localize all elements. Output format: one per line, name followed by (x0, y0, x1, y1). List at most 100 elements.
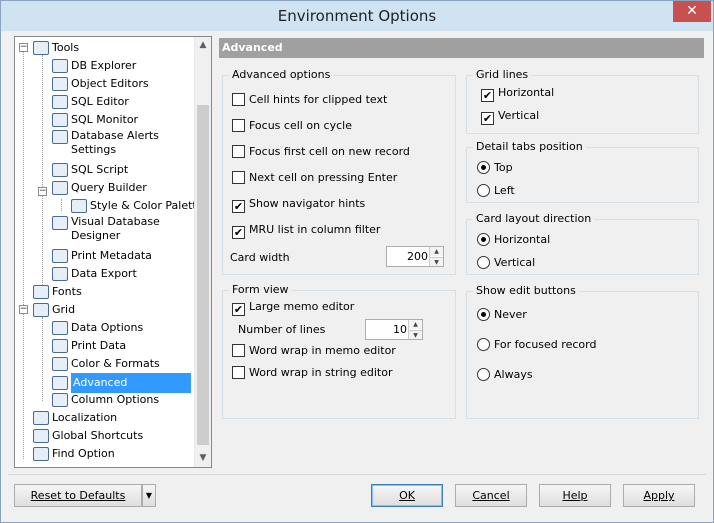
tree-item-database-alerts-settings[interactable]: Database Alerts Settings (52, 129, 188, 159)
checkbox-box (232, 119, 245, 132)
card-width-value[interactable]: 200 (407, 250, 428, 263)
tree-item-visual-database-designer[interactable]: Visual Database Designer (52, 215, 188, 245)
card-layout-vertical-radio[interactable]: Vertical (477, 255, 535, 271)
focus-first-cell-checkbox[interactable]: Focus first cell on new record (232, 144, 410, 160)
grid-expander[interactable]: − (19, 305, 28, 314)
scroll-down-arrow-icon[interactable]: ▼ (195, 450, 211, 467)
spin-up-icon[interactable]: ▲ (409, 320, 422, 329)
word-wrap-memo-checkbox[interactable]: Word wrap in memo editor (232, 343, 396, 359)
card-width-spinner[interactable]: 200 ▲ ▼ (386, 246, 444, 267)
show-navigator-hints-checkbox[interactable]: ✔ Show navigator hints (232, 196, 365, 213)
tree-item-advanced[interactable]: Advanced (52, 373, 191, 393)
tree-item-sql-editor[interactable]: SQL Editor (52, 93, 129, 111)
help-button[interactable]: Help (539, 484, 611, 507)
checkbox-box (232, 93, 245, 106)
tree-item-column-options[interactable]: Column Options (52, 391, 159, 409)
options-tree: − − − Tools DB Explorer Object Editors S… (14, 36, 212, 468)
tree-item-sql-script[interactable]: SQL Script (52, 161, 128, 179)
tree-item-fonts[interactable]: Fonts (33, 283, 82, 301)
radio-icon (477, 338, 490, 351)
spin-up-icon[interactable]: ▲ (430, 247, 443, 256)
tree-item-global-shortcuts[interactable]: Global Shortcuts (33, 427, 143, 445)
number-of-lines-label: Number of lines (238, 323, 326, 336)
grid-lines-title: Grid lines (473, 68, 532, 82)
grid-lines-horizontal-checkbox[interactable]: ✔ Horizontal (481, 85, 554, 102)
query-builder-icon (52, 181, 68, 195)
fonts-icon (33, 285, 49, 299)
radio-icon (477, 256, 490, 269)
dialog-body: − − − Tools DB Explorer Object Editors S… (8, 31, 706, 516)
tree-item-print-metadata[interactable]: Print Metadata (52, 247, 152, 265)
radio-selected-icon (477, 233, 490, 246)
tree-item-data-options[interactable]: Data Options (52, 319, 143, 337)
data-export-icon (52, 267, 68, 281)
tree-item-data-export[interactable]: Data Export (52, 265, 137, 283)
tree-item-print-data[interactable]: Print Data (52, 337, 126, 355)
reset-to-defaults-button[interactable]: Reset to Defaults (14, 484, 142, 507)
word-wrap-string-checkbox[interactable]: Word wrap in string editor (232, 365, 392, 381)
window-title: Environment Options (277, 7, 437, 25)
cell-hints-checkbox[interactable]: Cell hints for clipped text (232, 92, 387, 108)
checkbox-box (232, 366, 245, 379)
tree-item-query-builder[interactable]: Query Builder (52, 179, 147, 197)
check-icon: ✔ (481, 89, 494, 102)
tree-item-object-editors[interactable]: Object Editors (52, 75, 149, 93)
tree-item-tools[interactable]: Tools (33, 39, 79, 57)
object-editors-icon (52, 77, 68, 91)
scroll-thumb[interactable] (197, 105, 209, 445)
form-view-group: Form view ✔ Large memo editor Number of l… (222, 283, 456, 419)
column-options-icon (52, 393, 68, 407)
localization-icon (33, 411, 49, 425)
color-formats-icon (52, 357, 68, 371)
divider (8, 474, 706, 475)
card-layout-title: Card layout direction (473, 212, 595, 226)
scroll-up-arrow-icon[interactable]: ▲ (195, 37, 211, 54)
detail-tabs-left-radio[interactable]: Left (477, 183, 515, 199)
grid-lines-vertical-checkbox[interactable]: ✔ Vertical (481, 108, 539, 125)
radio-selected-icon (477, 308, 490, 321)
tree-item-style-color-palette[interactable]: Style & Color Palette (71, 197, 204, 215)
grid-lines-group: Grid lines ✔ Horizontal ✔ Vertical (466, 68, 699, 134)
cancel-button[interactable]: Cancel (455, 484, 527, 507)
show-edit-never-radio[interactable]: Never (477, 307, 527, 323)
find-option-icon (33, 447, 49, 461)
detail-tabs-title: Detail tabs position (473, 140, 586, 154)
next-cell-enter-checkbox[interactable]: Next cell on pressing Enter (232, 170, 397, 186)
advanced-options-title: Advanced options (229, 68, 334, 82)
reset-dropdown-arrow-icon[interactable]: ▼ (142, 484, 156, 507)
show-edit-focused-radio[interactable]: For focused record (477, 337, 596, 353)
tree-item-sql-monitor[interactable]: SQL Monitor (52, 111, 138, 129)
spin-down-icon[interactable]: ▼ (409, 330, 422, 339)
ok-button[interactable]: OK (371, 484, 443, 507)
card-layout-horizontal-radio[interactable]: Horizontal (477, 232, 550, 248)
detail-tabs-top-radio[interactable]: Top (477, 160, 513, 176)
close-button[interactable]: ✕ (673, 1, 711, 22)
radio-icon (477, 184, 490, 197)
apply-button[interactable]: Apply (623, 484, 695, 507)
tree-item-color-formats[interactable]: Color & Formats (52, 355, 160, 373)
sql-script-icon (52, 163, 68, 177)
card-layout-direction-group: Card layout direction Horizontal Vertica… (466, 212, 699, 275)
spin-down-icon[interactable]: ▼ (430, 257, 443, 266)
large-memo-editor-checkbox[interactable]: ✔ Large memo editor (232, 299, 354, 316)
visual-designer-icon (52, 216, 68, 230)
title-bar: Environment Options ✕ (1, 1, 713, 31)
mru-list-checkbox[interactable]: ✔ MRU list in column filter (232, 222, 380, 239)
show-edit-buttons-group: Show edit buttons Never For focused reco… (466, 284, 699, 419)
tree-item-find-option[interactable]: Find Option (33, 445, 115, 463)
tree-item-localization[interactable]: Localization (33, 409, 117, 427)
tools-expander[interactable]: − (19, 43, 28, 52)
global-shortcuts-icon (33, 429, 49, 443)
print-metadata-icon (52, 249, 68, 263)
tree-scrollbar[interactable]: ▲ ▼ (194, 37, 211, 467)
tree-item-db-explorer[interactable]: DB Explorer (52, 57, 136, 75)
data-options-icon (52, 321, 68, 335)
show-edit-always-radio[interactable]: Always (477, 367, 533, 383)
tools-icon (33, 41, 49, 55)
radio-selected-icon (477, 161, 490, 174)
query-builder-expander[interactable]: − (38, 187, 47, 196)
focus-cell-on-cycle-checkbox[interactable]: Focus cell on cycle (232, 118, 352, 134)
number-of-lines-spinner[interactable]: 10 ▲ ▼ (365, 319, 423, 340)
number-of-lines-value[interactable]: 10 (393, 323, 407, 336)
tree-item-grid[interactable]: Grid (33, 301, 75, 319)
